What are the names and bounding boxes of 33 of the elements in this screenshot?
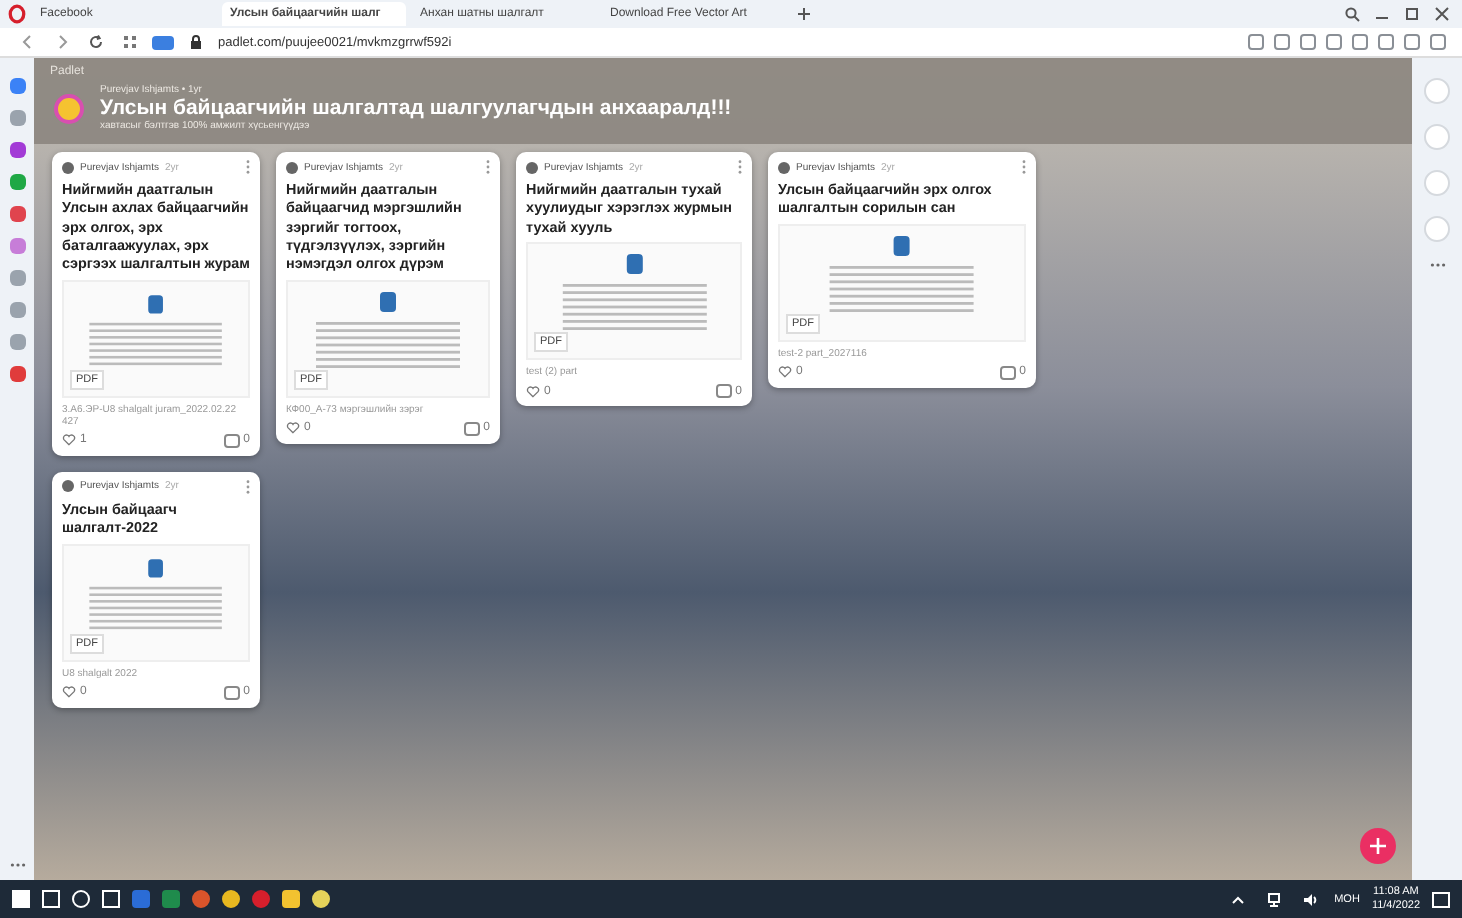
new-tab-icon[interactable] <box>796 6 812 22</box>
close-icon[interactable] <box>1434 6 1450 22</box>
circle-icon[interactable] <box>72 890 90 908</box>
grid-icon[interactable] <box>122 34 138 50</box>
avatar-icon <box>62 161 74 173</box>
notification-icon[interactable] <box>1432 891 1450 907</box>
network-icon[interactable] <box>1266 891 1283 907</box>
comment-icon[interactable] <box>463 421 480 436</box>
board-title: Улсын байцаагчийн шалгалтад шалгуулагчдын анхааралд!!! <box>100 96 732 120</box>
plus-icon <box>1370 838 1386 854</box>
comment-icon[interactable] <box>223 433 240 448</box>
avatar-icon <box>778 161 790 173</box>
comment-icon[interactable] <box>223 685 240 700</box>
forward-icon[interactable] <box>54 34 70 50</box>
vpn-badge[interactable] <box>152 35 174 49</box>
avatar-icon <box>62 480 74 493</box>
volume-icon[interactable] <box>1302 891 1319 907</box>
back-icon[interactable] <box>20 34 36 50</box>
add-button[interactable] <box>1360 828 1396 864</box>
avatar-icon <box>526 161 538 173</box>
comment-icon[interactable] <box>715 384 732 399</box>
more-icon[interactable] <box>1429 262 1445 268</box>
comment-icon[interactable] <box>999 365 1016 380</box>
browser-logo-icon[interactable] <box>8 4 26 24</box>
lock-icon <box>188 34 204 50</box>
more-icon[interactable] <box>9 862 25 868</box>
chevron-up-icon[interactable] <box>1230 891 1247 907</box>
avatar-icon <box>286 161 298 173</box>
task-view-icon[interactable] <box>102 890 120 908</box>
start-icon[interactable] <box>12 890 30 908</box>
search-icon[interactable] <box>1344 6 1360 22</box>
maximize-icon[interactable] <box>1404 6 1420 22</box>
reload-icon[interactable] <box>88 34 104 50</box>
